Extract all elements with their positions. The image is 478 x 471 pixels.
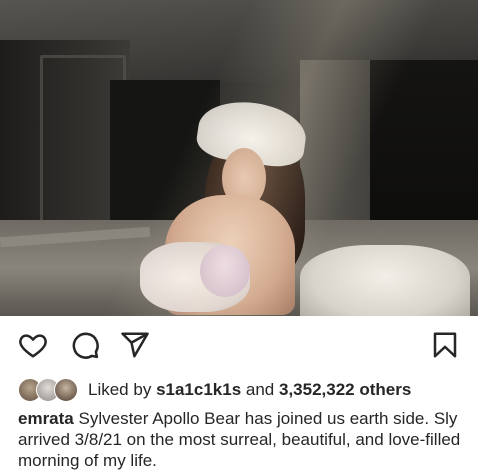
likes-count-link[interactable]: 3,352,322 others: [279, 380, 411, 399]
comment-icon: [72, 332, 99, 359]
liker-avatars[interactable]: [18, 378, 82, 402]
heart-icon: [19, 334, 47, 358]
likes-prefix: Liked by: [88, 380, 152, 399]
avatar: [54, 378, 78, 402]
likes-row: Liked by s1a1c1k1s and 3,352,322 others: [18, 377, 411, 403]
caption-text: Sylvester Apollo Bear has joined us eart…: [18, 409, 461, 470]
post-photo[interactable]: [0, 0, 478, 316]
caption-username-link[interactable]: emrata: [18, 409, 74, 428]
comment-button[interactable]: [70, 330, 100, 360]
bookmark-icon: [433, 332, 457, 358]
post-caption: emrata Sylvester Apollo Bear has joined …: [18, 408, 470, 471]
send-icon: [121, 332, 149, 358]
like-button[interactable]: [18, 330, 48, 360]
save-button[interactable]: [430, 330, 460, 360]
liker-username-link[interactable]: s1a1c1k1s: [156, 380, 241, 399]
likes-joiner: and: [245, 380, 275, 399]
share-button[interactable]: [120, 330, 150, 360]
photo-sunlight: [0, 0, 478, 316]
post-action-bar: [0, 316, 478, 374]
likes-text: Liked by s1a1c1k1s and 3,352,322 others: [88, 379, 411, 401]
